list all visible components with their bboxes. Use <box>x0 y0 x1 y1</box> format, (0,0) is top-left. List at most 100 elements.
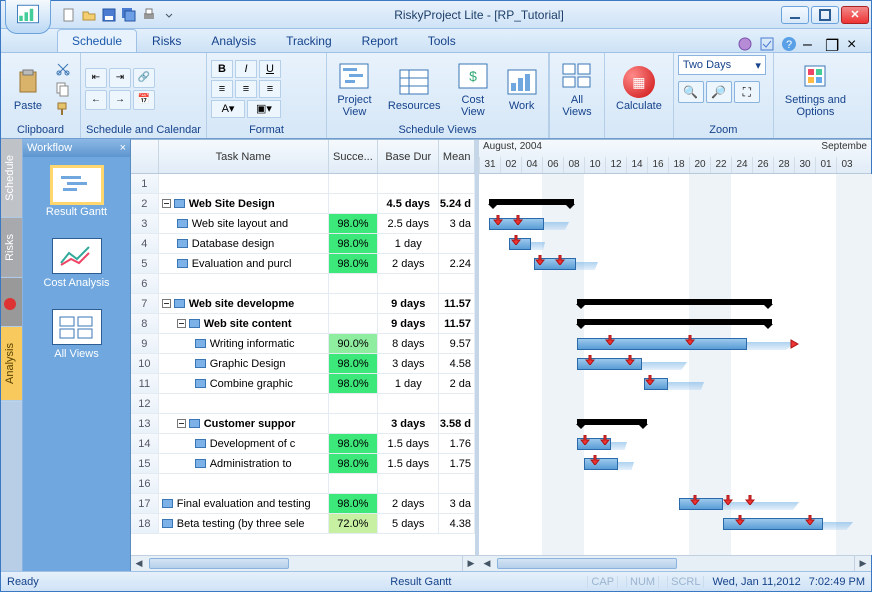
new-icon[interactable] <box>61 7 77 23</box>
help-icon[interactable]: ? <box>781 36 797 52</box>
underline-button[interactable]: U <box>259 60 281 78</box>
risk-marker-icon[interactable] <box>805 515 815 525</box>
header-taskname[interactable]: Task Name <box>159 140 329 173</box>
table-row[interactable]: 16 <box>131 474 475 494</box>
calculate-button[interactable]: ▦Calculate <box>609 56 669 122</box>
risk-marker-icon[interactable] <box>685 335 695 345</box>
risk-marker-icon[interactable] <box>585 355 595 365</box>
table-row[interactable]: 9Writing informatic90.0%8 days9.57 <box>131 334 475 354</box>
zoom-out-button[interactable]: 🔎 <box>706 81 732 103</box>
risk-marker-icon[interactable] <box>645 375 655 385</box>
qat-dropdown-icon[interactable] <box>161 7 177 23</box>
cut-icon[interactable] <box>55 61 71 77</box>
tab-analysis[interactable]: Analysis <box>196 29 271 52</box>
maximize-button[interactable] <box>811 6 839 24</box>
mdi-min-icon[interactable]: – <box>803 36 819 52</box>
table-row[interactable]: 4Database design98.0%1 day <box>131 234 475 254</box>
gantt-body[interactable]: ▲ ▼ <box>479 174 871 555</box>
table-row[interactable]: 7Web site developme9 days11.57 <box>131 294 475 314</box>
paste-button[interactable]: Paste <box>5 56 51 122</box>
risk-marker-icon[interactable] <box>605 335 615 345</box>
workflow-close-icon[interactable]: × <box>120 142 126 154</box>
tab-schedule[interactable]: Schedule <box>57 29 137 52</box>
align-center-button[interactable]: ≡ <box>235 80 257 98</box>
link-button[interactable]: 🔗 <box>133 68 155 88</box>
table-row[interactable]: 12 <box>131 394 475 414</box>
gantt-hscroll-thumb[interactable] <box>497 558 677 569</box>
app-menu-button[interactable] <box>5 0 51 34</box>
toggle-icon[interactable] <box>759 36 775 52</box>
table-row[interactable]: 18Beta testing (by three sele72.0%5 days… <box>131 514 475 534</box>
header-rownum[interactable] <box>131 140 159 173</box>
table-row[interactable]: 1 <box>131 174 475 194</box>
save-icon[interactable] <box>101 7 117 23</box>
table-row[interactable]: 10Graphic Design98.0%3 days4.58 <box>131 354 475 374</box>
table-row[interactable]: 17Final evaluation and testing98.0%2 day… <box>131 494 475 514</box>
project-view-button[interactable]: Project View <box>331 56 378 122</box>
table-row[interactable]: 8Web site content9 days11.57 <box>131 314 475 334</box>
risk-marker-icon[interactable] <box>735 515 745 525</box>
fill-color-button[interactable]: ▣▾ <box>247 100 281 118</box>
table-row[interactable]: 13Customer suppor3 days3.58 d <box>131 414 475 434</box>
risk-marker-icon[interactable] <box>723 495 733 505</box>
header-mean[interactable]: Mean <box>439 140 475 173</box>
header-success[interactable]: Succe... <box>329 140 378 173</box>
risk-marker-icon[interactable] <box>511 235 521 245</box>
mdi-restore-icon[interactable]: ❐ <box>825 36 841 52</box>
open-icon[interactable] <box>81 7 97 23</box>
save-all-icon[interactable] <box>121 7 137 23</box>
table-row[interactable]: 11Combine graphic98.0%1 day2 da <box>131 374 475 394</box>
table-row[interactable]: 6 <box>131 274 475 294</box>
zoom-fit-button[interactable]: ⛶ <box>734 81 760 103</box>
table-row[interactable]: 15Administration to98.0%1.5 days1.75 <box>131 454 475 474</box>
font-color-button[interactable]: A▾ <box>211 100 245 118</box>
tab-tools[interactable]: Tools <box>413 29 471 52</box>
workflow-result-gantt[interactable]: Result Gantt <box>34 167 120 218</box>
gantt-chart[interactable]: August, 2004 Septembe 310204060810121416… <box>479 140 871 555</box>
workflow-all-views[interactable]: All Views <box>34 309 120 360</box>
risk-marker-icon[interactable] <box>513 215 523 225</box>
all-views-button[interactable]: All Views <box>554 56 600 122</box>
minimize-button[interactable] <box>781 6 809 24</box>
table-row[interactable]: 2Web Site Design4.5 days5.24 d <box>131 194 475 214</box>
risk-marker-icon[interactable] <box>493 215 503 225</box>
risk-marker-icon[interactable] <box>690 495 700 505</box>
risk-marker-icon[interactable] <box>590 455 600 465</box>
resources-button[interactable]: Resources <box>382 56 447 122</box>
help-style-icon[interactable] <box>737 36 753 52</box>
settings-button[interactable]: Settings and Options <box>778 56 853 122</box>
align-right-button[interactable]: ≡ <box>259 80 281 98</box>
risk-marker-icon[interactable] <box>535 255 545 265</box>
side-tab-schedule[interactable]: Schedule <box>1 139 22 218</box>
copy-icon[interactable] <box>55 81 71 97</box>
indent-button[interactable]: → <box>109 90 131 110</box>
workflow-cost-analysis[interactable]: Cost Analysis <box>34 238 120 289</box>
italic-button[interactable]: I <box>235 60 257 78</box>
table-row[interactable]: 14Development of c98.0%1.5 days1.76 <box>131 434 475 454</box>
risk-marker-icon[interactable] <box>745 495 755 505</box>
gantt-scroll-left[interactable]: ◀ <box>479 556 495 571</box>
grid-scroll-left[interactable]: ◀ <box>131 556 147 571</box>
zoom-combo[interactable]: Two Days▾ <box>678 55 766 75</box>
table-row[interactable]: 5Evaluation and purcl98.0%2 days2.24 <box>131 254 475 274</box>
grid-scroll-right[interactable]: ▶ <box>463 556 479 571</box>
tab-tracking[interactable]: Tracking <box>271 29 347 52</box>
header-basedur[interactable]: Base Dur <box>378 140 439 173</box>
indent-right-button[interactable]: ⇥ <box>109 68 131 88</box>
risk-marker-icon[interactable] <box>625 355 635 365</box>
risk-marker-icon[interactable] <box>580 435 590 445</box>
side-tab-risks[interactable]: Risks <box>1 218 22 278</box>
indent-left-button[interactable]: ⇤ <box>85 68 107 88</box>
close-button[interactable] <box>841 6 869 24</box>
print-icon[interactable] <box>141 7 157 23</box>
tab-report[interactable]: Report <box>347 29 413 52</box>
cost-view-button[interactable]: $Cost View <box>450 56 495 122</box>
align-left-button[interactable]: ≡ <box>211 80 233 98</box>
gantt-scroll-right[interactable]: ▶ <box>855 556 871 571</box>
outdent-button[interactable]: ← <box>85 90 107 110</box>
risk-marker-icon[interactable] <box>555 255 565 265</box>
grid-hscroll-thumb[interactable] <box>149 558 289 569</box>
side-tab-analysis[interactable]: Analysis <box>1 327 22 401</box>
tab-risks[interactable]: Risks <box>137 29 196 52</box>
risk-marker-icon[interactable] <box>600 435 610 445</box>
